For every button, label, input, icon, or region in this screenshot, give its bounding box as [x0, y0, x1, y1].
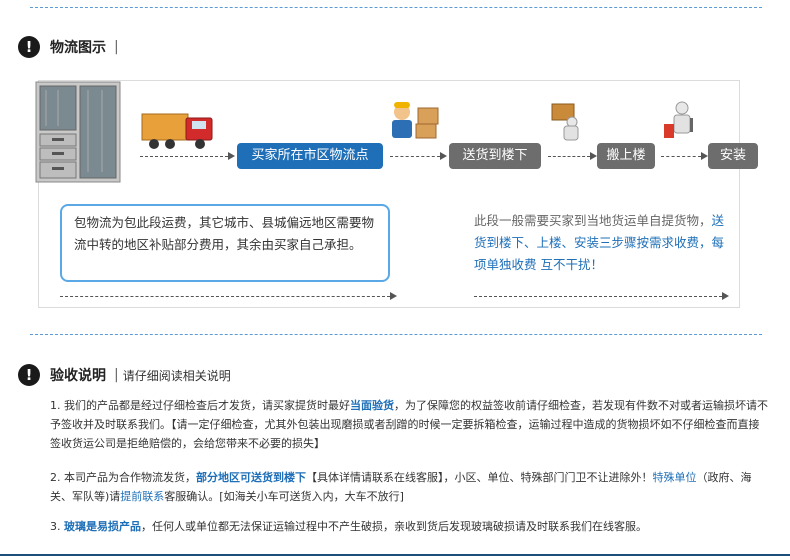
exclamation-icon: ! — [18, 36, 40, 58]
inspection-paragraph-3: 3. 玻璃是易损产品，任何人或单位都无法保证运输过程中不产生破损，亲收到货后发现… — [50, 517, 770, 536]
inspection-header: ! 验收说明 | 请仔细阅读相关说明 — [18, 362, 231, 388]
top-divider — [30, 7, 762, 8]
arrow-to-step4 — [661, 152, 708, 160]
p2-text-d: 客服确认。[如海关小车可送货入内，大车不放行] — [164, 490, 404, 503]
p2-text-b: 【具体详情请联系在线客服】，小区、单位、特殊部门门卫不让进除外！ — [306, 471, 653, 484]
step-deliver-downstairs: 送货到楼下 — [449, 143, 541, 169]
p1-highlight: 当面验货 — [350, 399, 394, 412]
workers-image — [392, 102, 439, 139]
inspection-paragraph-1: 1. 我们的产品都是经过仔细检查后才发货，请买家提货时最好当面验货，为了保障您的… — [50, 396, 770, 453]
right-note-text-1: 此段一般需要买家到当地货运单自提货物， — [474, 213, 712, 228]
logistics-header: ! 物流图示 | — [18, 34, 119, 60]
exclamation-icon: ! — [18, 364, 40, 386]
step-install: 安装 — [708, 143, 758, 169]
right-service-note: 此段一般需要买家到当地货运单自提货物，送货到楼下、上楼、安装三步骤按需求收费，每… — [474, 210, 734, 276]
step-buyer-logistics-point: 买家所在市区物流点 — [237, 143, 383, 169]
arrow-to-step3 — [548, 152, 597, 160]
inspection-paragraph-2: 2. 本司产品为合作物流发货，部分地区可送货到楼下【具体详情请联系在线客服】，小… — [50, 468, 770, 506]
title-separator: | — [114, 367, 119, 383]
logistics-title: 物流图示 — [50, 40, 106, 56]
bottom-divider — [0, 554, 790, 556]
inspection-title: 验收说明 — [50, 368, 106, 384]
left-bottom-arrow — [60, 292, 397, 300]
middle-divider — [30, 334, 762, 335]
right-bottom-arrow — [474, 292, 729, 300]
p3-text-b: ，任何人或单位都无法保证运输过程中不产生破损，亲收到货后发现玻璃破损请及时联系我… — [141, 520, 647, 533]
p3-text-a: 3. — [50, 520, 64, 533]
cabinet-image — [35, 81, 121, 183]
carry-worker-image — [551, 103, 579, 141]
truck-image — [141, 113, 213, 149]
left-note-text: 包物流为包此段运费，其它城市、县城偏远地区需要物流中转的地区补贴部分费用，其余由… — [74, 215, 375, 252]
title-separator: | — [114, 39, 119, 55]
p1-text-a: 1. 我们的产品都是经过仔细检查后才发货，请买家提货时最好 — [50, 399, 350, 412]
arrow-to-step2 — [390, 152, 447, 160]
p2-highlight-contact: 提前联系 — [120, 490, 165, 503]
step-carry-upstairs: 搬上楼 — [597, 143, 655, 169]
p2-highlight: 部分地区可送货到楼下 — [196, 471, 306, 484]
p2-text-a: 2. 本司产品为合作物流发货， — [50, 471, 196, 484]
installer-image — [664, 101, 693, 138]
p2-highlight-special-units: 特殊单位 — [652, 471, 697, 484]
arrow-to-step1 — [140, 152, 235, 160]
left-shipping-note: 包物流为包此段运费，其它城市、县城偏远地区需要物流中转的地区补贴部分费用，其余由… — [60, 204, 390, 282]
inspection-subtitle: 请仔细阅读相关说明 — [122, 368, 231, 383]
p3-highlight: 玻璃是易损产品 — [64, 520, 141, 533]
